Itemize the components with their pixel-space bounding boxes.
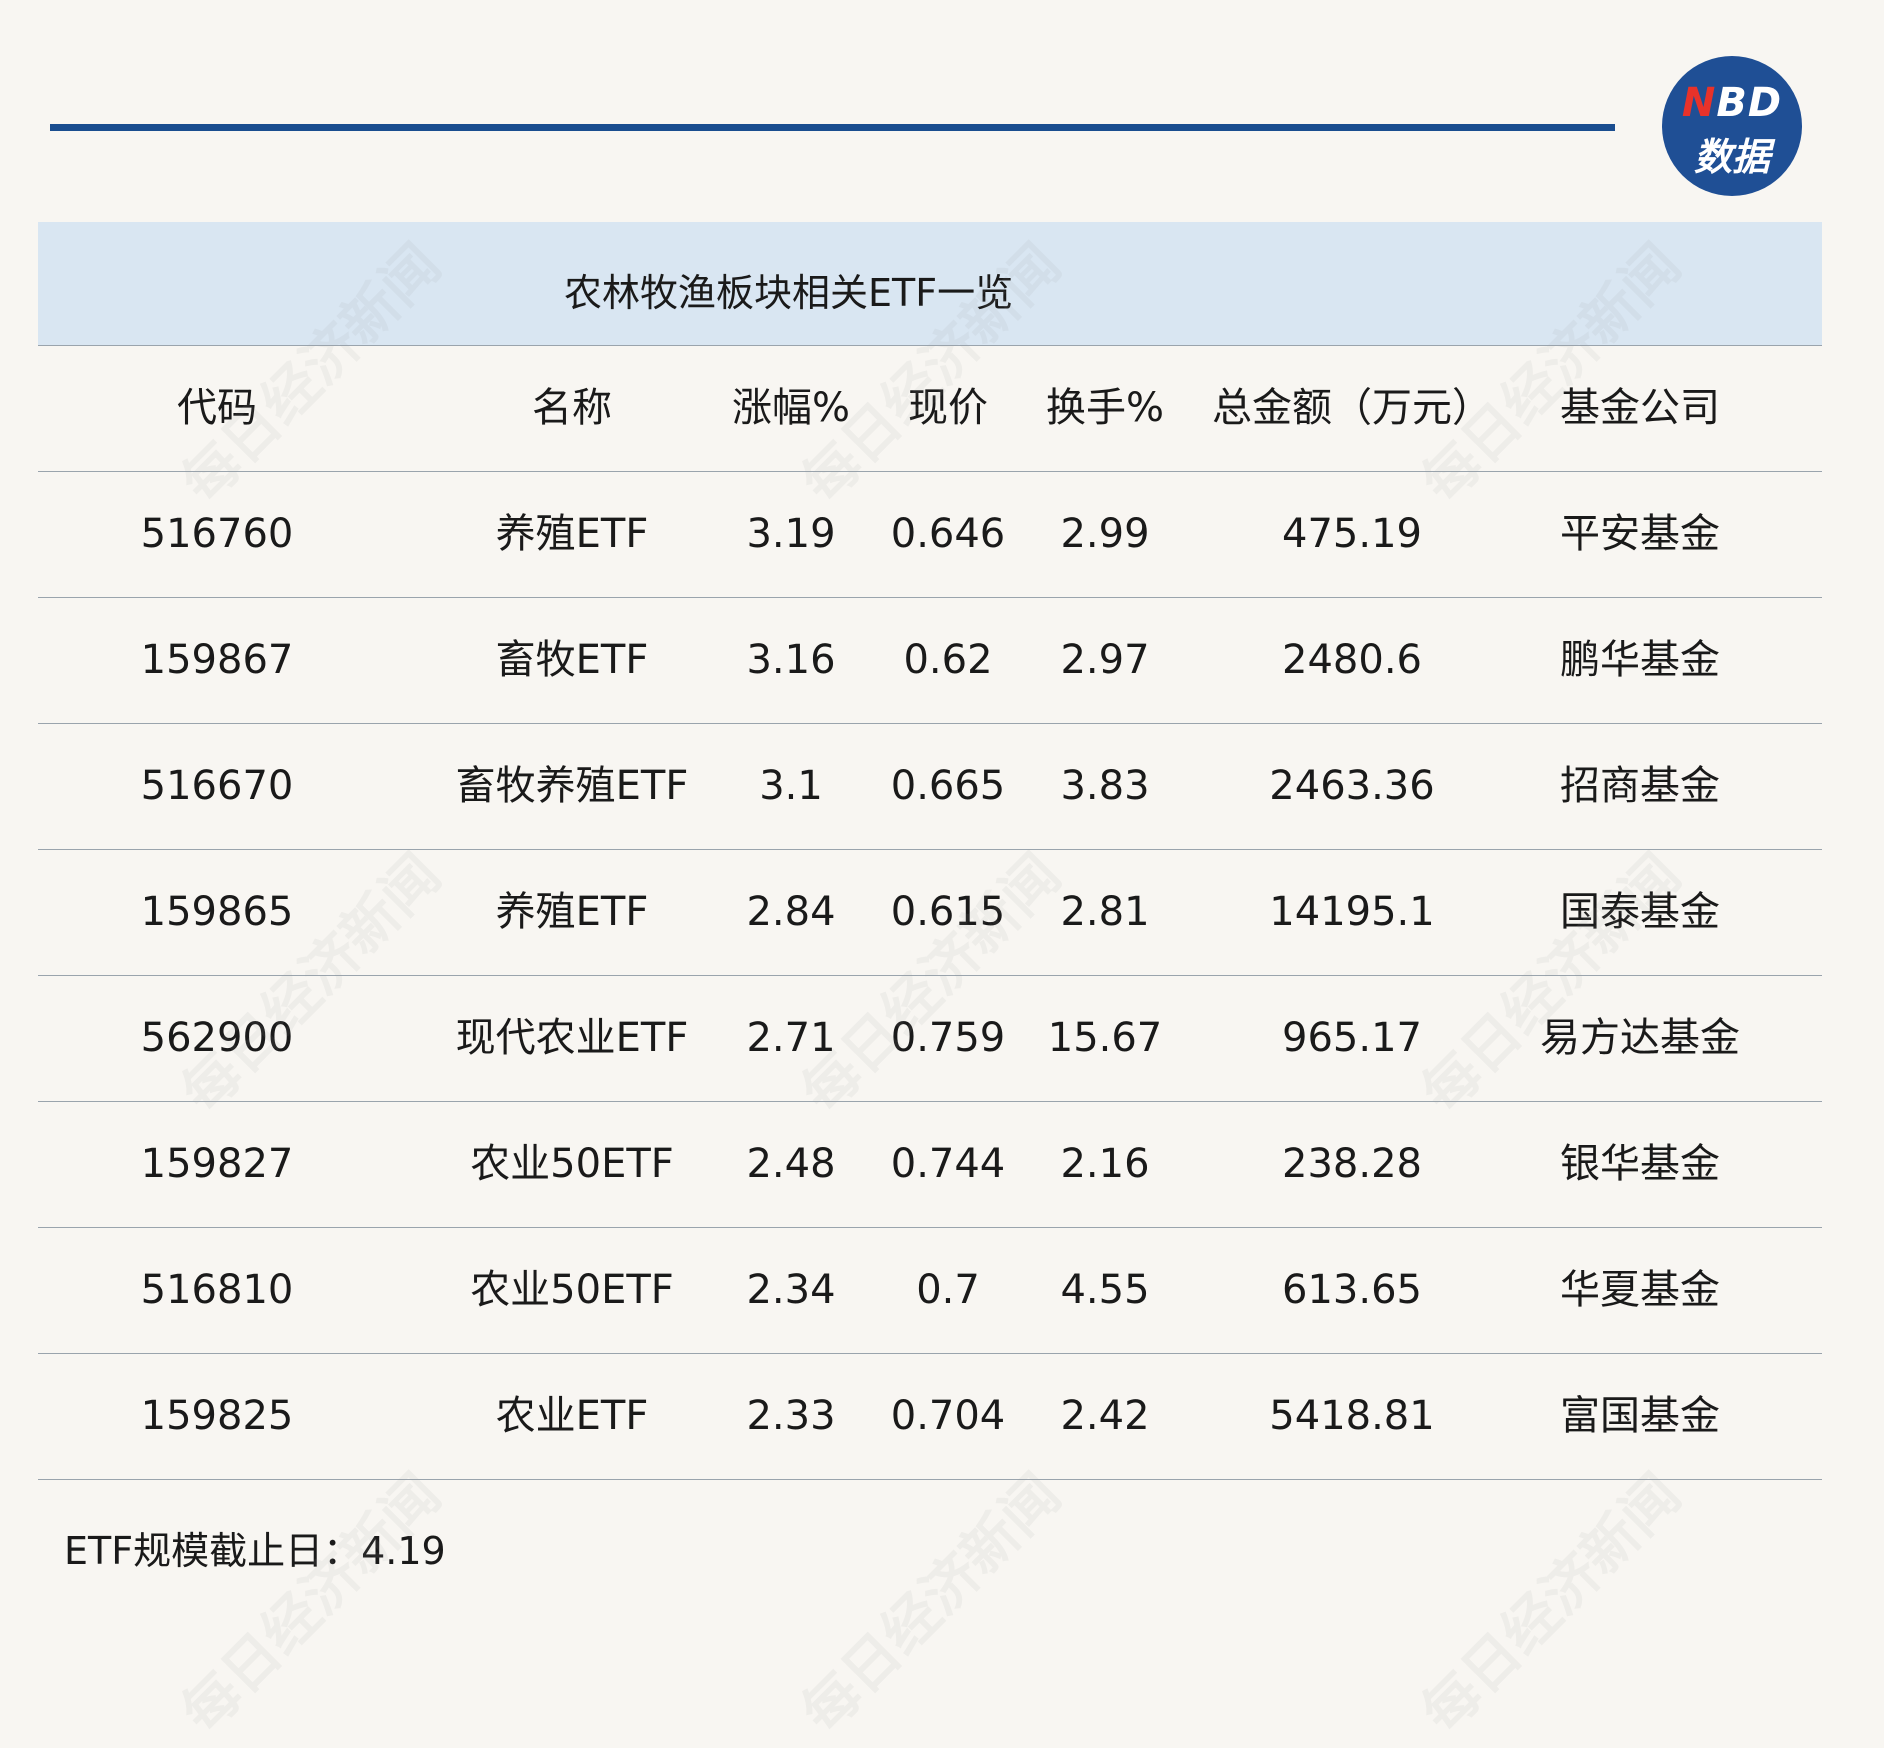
cell-code: 516810 — [140, 1267, 294, 1313]
cell-code: 159865 — [140, 889, 294, 935]
cell-total-amount: 2480.6 — [1282, 637, 1422, 683]
cell-name: 畜牧ETF — [495, 637, 649, 683]
cell-code: 562900 — [140, 1015, 294, 1061]
cell-fund-company: 易方达基金 — [1540, 1015, 1740, 1061]
cell-change-pct: 2.71 — [746, 1015, 836, 1061]
cell-total-amount: 14195.1 — [1269, 889, 1435, 935]
cell-fund-company: 平安基金 — [1560, 511, 1720, 557]
watermark-text: 每日经济新闻 — [169, 1462, 454, 1746]
cell-price: 0.704 — [890, 1393, 1006, 1439]
table-row: 159867 畜牧ETF 3.16 0.62 2.97 2480.6 鹏华基金 — [38, 597, 1822, 724]
header-fund-company: 基金公司 — [1560, 385, 1720, 431]
cell-fund-company: 国泰基金 — [1560, 889, 1720, 935]
cell-code: 516760 — [140, 511, 294, 557]
cell-name: 现代农业ETF — [455, 1015, 689, 1061]
table-row: 516810 农业50ETF 2.34 0.7 4.55 613.65 华夏基金 — [38, 1227, 1822, 1354]
table-row: 516670 畜牧养殖ETF 3.1 0.665 3.83 2463.36 招商基金 — [38, 723, 1822, 850]
cell-change-pct: 3.16 — [746, 637, 836, 683]
table-row: 159865 养殖ETF 2.84 0.615 2.81 14195.1 国泰基金 — [38, 849, 1822, 976]
top-rule — [50, 124, 1615, 131]
cell-turnover-pct: 4.55 — [1060, 1267, 1150, 1313]
cell-total-amount: 2463.36 — [1269, 763, 1435, 809]
cell-change-pct: 2.84 — [746, 889, 836, 935]
cell-name: 畜牧养殖ETF — [455, 763, 689, 809]
table-header-row: 代码 名称 涨幅% 现价 换手% 总金额（万元） 基金公司 — [38, 345, 1822, 472]
cell-price: 0.665 — [890, 763, 1006, 809]
cell-fund-company: 富国基金 — [1560, 1393, 1720, 1439]
cell-turnover-pct: 15.67 — [1047, 1015, 1163, 1061]
cell-change-pct: 3.1 — [759, 763, 823, 809]
cell-price: 0.744 — [890, 1141, 1006, 1187]
cell-fund-company: 银华基金 — [1560, 1141, 1720, 1187]
cell-price: 0.759 — [890, 1015, 1006, 1061]
cell-fund-company: 招商基金 — [1560, 763, 1720, 809]
cell-total-amount: 965.17 — [1282, 1015, 1422, 1061]
cell-change-pct: 2.34 — [746, 1267, 836, 1313]
logo-n: N — [1681, 80, 1717, 126]
header-name: 名称 — [532, 385, 612, 431]
table-row: 159827 农业50ETF 2.48 0.744 2.16 238.28 银华基金 — [38, 1101, 1822, 1228]
table-row: 516760 养殖ETF 3.19 0.646 2.99 475.19 平安基金 — [38, 471, 1822, 598]
watermark-text: 每日经济新闻 — [789, 1462, 1074, 1746]
cell-code: 516670 — [140, 763, 294, 809]
header-code: 代码 — [177, 385, 257, 431]
cell-total-amount: 613.65 — [1282, 1267, 1422, 1313]
header-price: 现价 — [908, 385, 988, 431]
cell-total-amount: 475.19 — [1282, 511, 1422, 557]
logo-line2: 数据 — [1693, 135, 1770, 179]
cell-change-pct: 3.19 — [746, 511, 836, 557]
cell-name: 养殖ETF — [495, 511, 649, 557]
table-row: 562900 现代农业ETF 2.71 0.759 15.67 965.17 易方达基金 — [38, 975, 1822, 1102]
footnote: ETF规模截止日：4.19 — [64, 1529, 446, 1573]
cell-fund-company: 鹏华基金 — [1560, 637, 1720, 683]
cell-name: 养殖ETF — [495, 889, 649, 935]
cell-price: 0.62 — [903, 637, 993, 683]
cell-fund-company: 华夏基金 — [1560, 1267, 1720, 1313]
cell-turnover-pct: 3.83 — [1060, 763, 1150, 809]
cell-change-pct: 2.48 — [746, 1141, 836, 1187]
cell-price: 0.7 — [916, 1267, 980, 1313]
watermark-text: 每日经济新闻 — [1409, 1462, 1694, 1746]
cell-turnover-pct: 2.42 — [1060, 1393, 1150, 1439]
cell-name: 农业50ETF — [470, 1267, 674, 1313]
header-change-pct: 涨幅% — [731, 385, 851, 431]
header-total-amount: 总金额（万元） — [1212, 385, 1492, 431]
cell-code: 159867 — [140, 637, 294, 683]
logo-bd: BD — [1716, 80, 1783, 126]
cell-code: 159827 — [140, 1141, 294, 1187]
cell-price: 0.615 — [890, 889, 1006, 935]
cell-name: 农业50ETF — [470, 1141, 674, 1187]
cell-total-amount: 5418.81 — [1269, 1393, 1435, 1439]
table-row: 159825 农业ETF 2.33 0.704 2.42 5418.81 富国基金 — [38, 1353, 1822, 1480]
cell-turnover-pct: 2.97 — [1060, 637, 1150, 683]
cell-code: 159825 — [140, 1393, 294, 1439]
cell-price: 0.646 — [890, 511, 1006, 557]
logo-line1: NBD — [1662, 80, 1802, 126]
cell-change-pct: 2.33 — [746, 1393, 836, 1439]
table-title: 农林牧渔板块相关ETF一览 — [564, 271, 1014, 315]
cell-turnover-pct: 2.99 — [1060, 511, 1150, 557]
header-turnover-pct: 换手% — [1045, 385, 1165, 431]
cell-name: 农业ETF — [495, 1393, 649, 1439]
nbd-data-logo: NBD 数据 — [1662, 56, 1802, 196]
cell-turnover-pct: 2.16 — [1060, 1141, 1150, 1187]
cell-total-amount: 238.28 — [1282, 1141, 1422, 1187]
cell-turnover-pct: 2.81 — [1060, 889, 1150, 935]
